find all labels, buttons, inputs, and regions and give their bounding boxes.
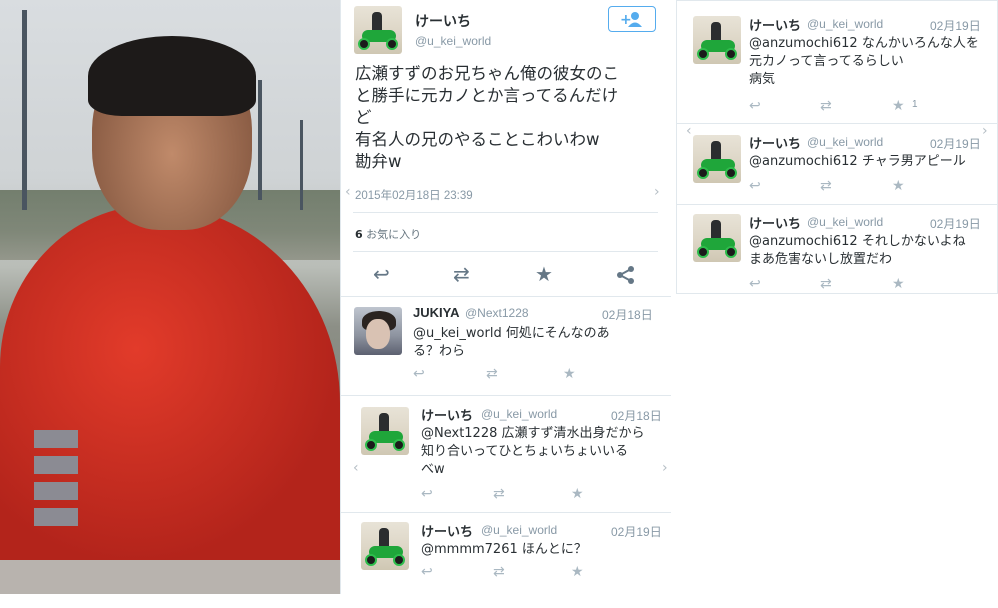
reply-icon[interactable]: ↩ bbox=[421, 486, 433, 502]
main-tweet-column: けーいち @u_kei_world + 広瀬すずのお兄ちゃん俺の彼女のこ と勝手… bbox=[340, 0, 671, 594]
sleeve-stripe bbox=[34, 456, 78, 474]
photo-bottom-band bbox=[0, 560, 340, 594]
tweet-date: 02月19日 bbox=[930, 217, 981, 231]
divider bbox=[353, 212, 658, 213]
chevron-right-icon[interactable]: › bbox=[662, 460, 668, 476]
pole bbox=[258, 80, 262, 200]
avatar[interactable] bbox=[354, 307, 402, 355]
tweet-text: @anzumochi612 それしかないよね まあ危害ないし放置だわ bbox=[749, 234, 966, 267]
favorite-icon[interactable]: ★ bbox=[571, 486, 584, 502]
tweet-date: 02月19日 bbox=[930, 19, 981, 33]
pole bbox=[300, 120, 303, 210]
author-handle[interactable]: @u_kei_world bbox=[415, 34, 491, 48]
pole bbox=[22, 10, 27, 210]
author-name[interactable]: けーいち bbox=[421, 521, 473, 540]
tweet-text: 広瀬すずのお兄ちゃん俺の彼女のこ と勝手に元カノとか言ってるんだけ ど 有名人の… bbox=[355, 64, 619, 171]
divider bbox=[353, 251, 658, 252]
favorite-icon[interactable]: ★ bbox=[563, 366, 576, 382]
favorites-count: 6 bbox=[355, 228, 363, 241]
favorite-icon[interactable]: ★ bbox=[571, 564, 584, 580]
avatar[interactable] bbox=[693, 135, 741, 183]
favorite-icon[interactable]: ★ bbox=[892, 178, 905, 194]
retweet-icon[interactable]: ⇄ bbox=[493, 486, 505, 502]
author-handle[interactable]: @u_kei_world bbox=[807, 17, 883, 31]
reply-icon[interactable]: ↩ bbox=[749, 98, 761, 114]
author-name[interactable]: けーいち bbox=[421, 405, 473, 424]
author-handle[interactable]: @u_kei_world bbox=[481, 523, 557, 537]
tweet-date: 02月19日 bbox=[930, 137, 981, 151]
tweet-text: @mmmm7261 ほんとに？ bbox=[421, 542, 587, 557]
author-name[interactable]: けーいち bbox=[415, 11, 471, 31]
retweet-icon[interactable]: ⇄ bbox=[820, 98, 832, 114]
avatar[interactable] bbox=[693, 214, 741, 262]
author-handle[interactable]: @u_kei_world bbox=[481, 407, 557, 421]
reply-icon[interactable]: ↩ bbox=[413, 366, 425, 382]
tweet-text: @anzumochi612 なんかいろんな人を 元カノって言ってるらしい 病気 bbox=[749, 36, 979, 87]
retweet-icon[interactable]: ⇄ bbox=[820, 276, 832, 292]
tweet-timestamp[interactable]: 2015年02月18日 23:39 bbox=[355, 187, 473, 203]
retweet-icon[interactable]: ⇄ bbox=[486, 366, 498, 382]
author-handle[interactable]: @u_kei_world bbox=[807, 135, 883, 149]
share-icon[interactable] bbox=[616, 265, 636, 285]
tweet-text: @u_kei_world 何処にそんなのあ る？わら bbox=[413, 326, 610, 359]
favorites-label: お気に入り bbox=[366, 228, 422, 241]
chevron-left-icon[interactable]: ‹ bbox=[345, 184, 351, 200]
retweet-icon[interactable]: ⇄ bbox=[453, 262, 470, 286]
chevron-right-icon[interactable]: › bbox=[982, 123, 988, 139]
follow-button[interactable]: + bbox=[608, 6, 656, 32]
avatar[interactable] bbox=[361, 522, 409, 570]
chevron-left-icon[interactable]: ‹ bbox=[353, 460, 359, 476]
author-name[interactable]: けーいち bbox=[749, 213, 801, 232]
avatar[interactable] bbox=[693, 16, 741, 64]
reply-icon[interactable]: ↩ bbox=[373, 262, 390, 286]
retweet-icon[interactable]: ⇄ bbox=[820, 178, 832, 194]
tweet-date: 02月18日 bbox=[611, 409, 662, 423]
reply-icon[interactable]: ↩ bbox=[749, 178, 761, 194]
favorites-stat[interactable]: 6 お気に入り bbox=[355, 226, 421, 242]
reply-column: けーいち @u_kei_world 02月19日 @anzumochi612 な… bbox=[676, 0, 998, 294]
photo-panel bbox=[0, 0, 340, 594]
favorite-icon[interactable]: ★ bbox=[892, 98, 905, 114]
divider bbox=[341, 512, 671, 513]
favorite-count: 1 bbox=[912, 99, 918, 110]
hair bbox=[88, 36, 256, 116]
sleeve-stripe bbox=[34, 482, 78, 500]
tweet-date: 02月18日 bbox=[602, 308, 653, 322]
tweet-text: @anzumochi612 チャラ男アピール bbox=[749, 154, 966, 169]
tweet-text: @Next1228 広瀬すず清水出身だから 知り合いってひとちょいちょいいる べ… bbox=[421, 426, 645, 477]
author-handle[interactable]: @u_kei_world bbox=[807, 215, 883, 229]
reply-icon[interactable]: ↩ bbox=[421, 564, 433, 580]
avatar[interactable] bbox=[361, 407, 409, 455]
author-handle[interactable]: @Next1228 bbox=[465, 306, 529, 320]
divider bbox=[341, 395, 671, 396]
tweet-date: 02月19日 bbox=[611, 525, 662, 539]
author-name[interactable]: けーいち bbox=[749, 15, 801, 34]
divider bbox=[677, 204, 997, 205]
divider bbox=[677, 123, 997, 124]
reply-icon[interactable]: ↩ bbox=[749, 276, 761, 292]
favorite-icon[interactable]: ★ bbox=[535, 262, 553, 286]
chevron-left-icon[interactable]: ‹ bbox=[686, 123, 692, 139]
sleeve-stripe bbox=[34, 508, 78, 526]
author-name[interactable]: JUKIYA bbox=[413, 305, 459, 320]
favorite-icon[interactable]: ★ bbox=[892, 276, 905, 292]
follow-person-plus-icon: + bbox=[620, 12, 642, 28]
retweet-icon[interactable]: ⇄ bbox=[493, 564, 505, 580]
sleeve-stripe bbox=[34, 430, 78, 448]
divider bbox=[341, 296, 671, 297]
avatar[interactable] bbox=[354, 6, 402, 54]
author-name[interactable]: けーいち bbox=[749, 133, 801, 152]
chevron-right-icon[interactable]: › bbox=[654, 184, 660, 200]
